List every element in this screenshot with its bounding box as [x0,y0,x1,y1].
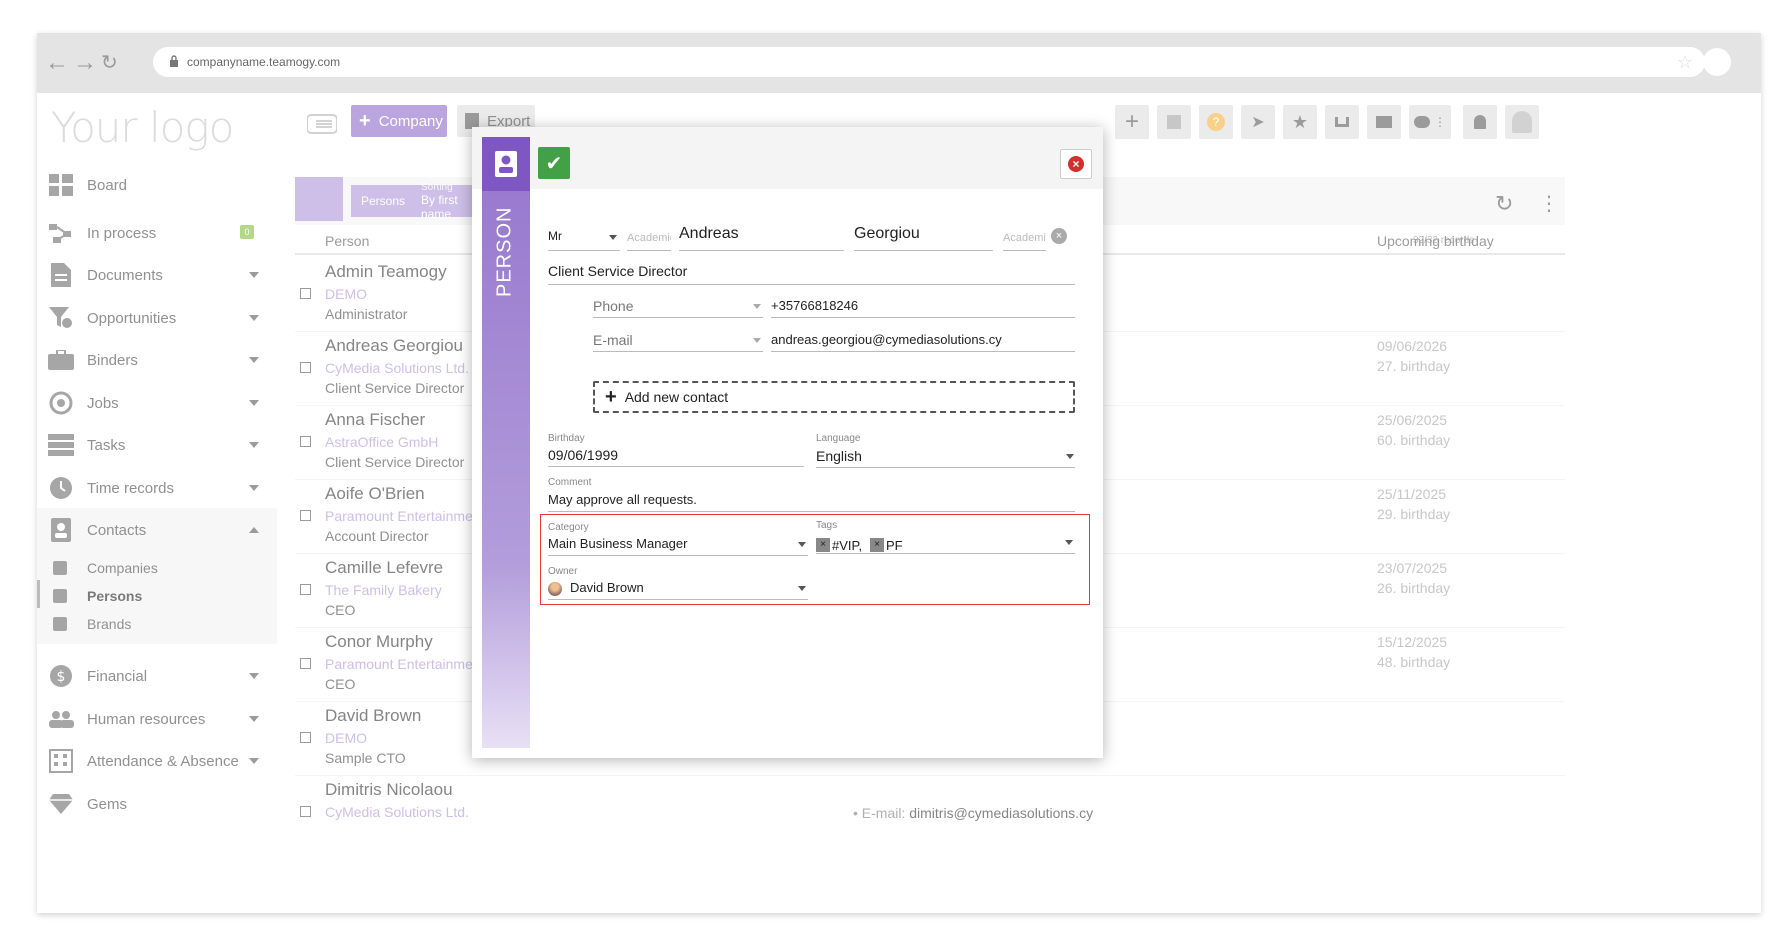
category-select[interactable]: Main Business Manager [548,536,808,556]
tags-label: Tags [816,520,838,531]
category-value: Main Business Manager [548,536,688,551]
reload-icon[interactable]: ↻ [101,49,118,77]
last-name-input[interactable]: Georgiou [854,225,993,251]
add-contact-label: Add new contact [624,389,729,405]
plus-icon: + [605,385,617,408]
first-name-value: Andreas [679,225,739,242]
tags-input[interactable]: × #VIP, × PF [816,534,1075,554]
tag-label: #VIP, [832,537,863,553]
email-input[interactable]: andreas.georgiou@cymediasolutions.cy [771,332,1075,352]
language-label: Language [816,433,861,444]
position-input[interactable]: Client Service Director [548,263,1075,285]
category-label: Category [548,522,589,533]
email-type-value: E-mail [593,332,633,348]
first-name-input[interactable]: Andreas [679,225,844,251]
comment-input[interactable]: May approve all requests. [548,492,1075,512]
phone-type-value: Phone [593,298,634,314]
lock-icon [170,55,178,67]
language-select[interactable]: English [816,448,1075,468]
contact-card-icon [482,137,530,191]
dialog-type-label: PERSON [493,206,516,298]
owner-avatar [548,582,562,596]
chevron-down-icon [1065,540,1073,545]
birthday-label: Birthday [548,433,585,444]
remove-tag-icon[interactable]: × [816,538,830,552]
academic-title-after-input[interactable]: Academic... [1003,229,1046,251]
bookmark-star-icon[interactable]: ☆ [1677,52,1693,73]
birthday-value: 09/06/1999 [548,447,619,463]
birthday-input[interactable]: 09/06/1999 [548,447,804,467]
close-icon: × [1068,156,1084,172]
academic-after-placeholder: Academic... [1003,232,1046,244]
email-value: andreas.georgiou@cymediasolutions.cy [771,332,1002,347]
position-value: Client Service Director [548,263,688,279]
comment-label: Comment [548,477,592,488]
chevron-down-icon [798,586,806,591]
url-text: companyname.teamogy.com [187,55,341,69]
person-edit-dialog: PERSON ✔ × Mr Academic... Andreas Georgi… [472,127,1103,758]
remove-tag-icon[interactable]: × [870,538,885,552]
tag-chip: × PF [870,538,903,553]
comment-value: May approve all requests. [548,492,697,507]
chevron-down-icon [1066,454,1074,459]
close-dialog-button[interactable]: × [1060,149,1092,179]
email-type-select[interactable]: E-mail [593,332,763,352]
salutation-value: Mr [548,229,562,243]
browser-profile-icon[interactable] [1703,48,1731,76]
browser-bar: ← → ↻ companyname.teamogy.com ☆ [37,33,1761,93]
academic-before-placeholder: Academic... [627,232,671,244]
tag-label: PF [886,537,903,553]
language-value: English [816,448,862,464]
phone-type-select[interactable]: Phone [593,298,763,318]
forward-icon[interactable]: → [73,49,97,77]
chevron-down-icon [753,338,761,343]
chevron-down-icon [609,235,617,240]
save-check-button[interactable]: ✔ [538,147,570,179]
add-new-contact-button[interactable]: + Add new contact [593,381,1075,413]
owner-value: David Brown [570,580,644,595]
phone-value: +35766818246 [771,298,859,313]
tag-chip: × #VIP, [816,538,862,553]
last-name-value: Georgiou [854,225,920,242]
owner-select[interactable]: David Brown [548,580,808,600]
check-icon: ✔ [545,152,563,175]
address-bar[interactable]: companyname.teamogy.com ☆ [153,47,1705,77]
academic-title-before-input[interactable]: Academic... [627,229,671,251]
chevron-down-icon [753,304,761,309]
back-icon[interactable]: ← [45,49,69,77]
chevron-down-icon [798,542,806,547]
phone-input[interactable]: +35766818246 [771,298,1075,318]
clear-name-icon[interactable]: × [1051,228,1067,244]
owner-label: Owner [548,566,578,577]
salutation-select[interactable]: Mr [548,229,620,251]
